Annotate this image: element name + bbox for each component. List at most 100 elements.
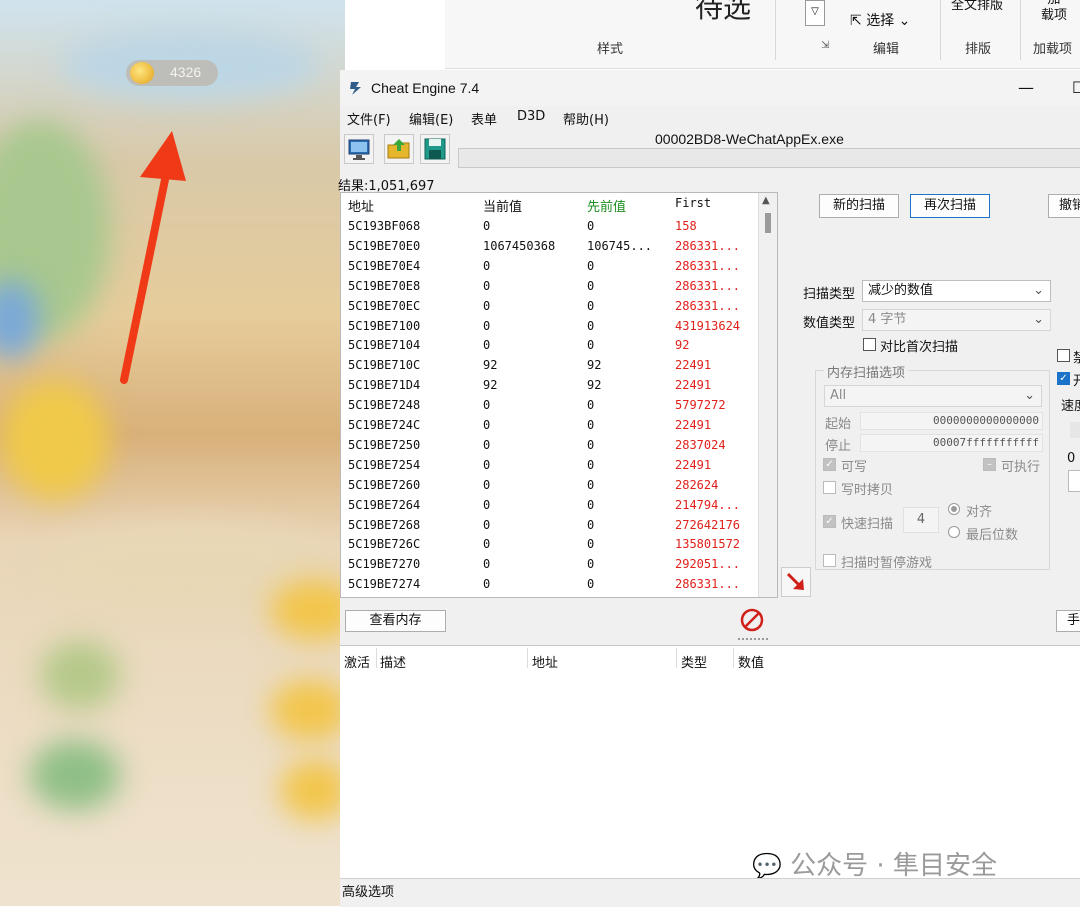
chevron-down-icon[interactable]: ▽ — [805, 0, 825, 26]
fast-scan-alignment-input[interactable]: 4 — [903, 507, 939, 533]
scroll-up-icon[interactable]: ▲ — [762, 195, 770, 206]
scroll-thumb[interactable] — [765, 213, 771, 233]
dialog-launcher-icon[interactable]: ⇲ — [821, 40, 829, 51]
menu-table[interactable]: 表单 — [471, 109, 497, 128]
last-digits-radio[interactable] — [948, 526, 960, 538]
cell-address: 5C193BF068 — [348, 219, 421, 233]
copy-on-write-checkbox[interactable] — [823, 481, 836, 494]
memory-region-select[interactable]: All ⌄ — [824, 385, 1042, 407]
chevron-down-icon: ⌄ — [1033, 283, 1044, 298]
cell-previous-value: 0 — [587, 477, 595, 492]
cheat-table[interactable] — [340, 645, 1080, 879]
watermark-text: 公众号 · 隼目安全 — [790, 851, 997, 881]
cheat-engine-logo-icon — [350, 82, 361, 95]
table-row[interactable]: 5C19BE70E8 0 0 286331... — [341, 277, 761, 297]
coin-icon — [130, 62, 154, 84]
right-option-checkbox-2[interactable]: ✓ — [1057, 372, 1070, 385]
align-radio[interactable] — [948, 503, 960, 515]
ribbon-divider — [1020, 0, 1021, 60]
new-scan-button[interactable]: 新的扫描 — [819, 194, 899, 218]
view-memory-button[interactable]: 查看内存 — [345, 610, 446, 632]
table-row[interactable]: 5C19BE7100 0 0 431913624 — [341, 317, 761, 337]
table-row[interactable]: 5C19BE7270 0 0 292051... — [341, 555, 761, 575]
table-row[interactable]: 5C19BE7264 0 0 214794... — [341, 496, 761, 516]
clear-list-button[interactable] — [737, 606, 767, 634]
right-option-checkbox-1[interactable] — [1057, 349, 1070, 362]
cell-previous-value: 0 — [587, 537, 595, 552]
table-row[interactable]: 5C19BE7274 0 0 286331... — [341, 575, 761, 595]
results-scrollbar[interactable]: ▲ — [758, 193, 777, 597]
cell-previous-value: 0 — [587, 298, 595, 313]
undo-scan-button[interactable]: 撤销 — [1048, 194, 1080, 218]
menu-help[interactable]: 帮助(H) — [563, 109, 609, 128]
stop-address-input[interactable]: 00007fffffffffff — [860, 434, 1043, 452]
column-divider — [376, 648, 377, 668]
table-row[interactable]: 5C19BE71D4 92 92 22491 — [341, 376, 761, 396]
maximize-button[interactable]: ☐ — [1072, 78, 1080, 97]
header-address[interactable]: 地址 — [532, 652, 558, 671]
layout-button[interactable]: 全文排版 — [951, 0, 1003, 13]
cell-first-value: 22491 — [675, 457, 712, 472]
next-scan-button[interactable]: 再次扫描 — [910, 194, 990, 218]
table-row[interactable]: 5C193BF068 0 0 158 — [341, 217, 761, 237]
cell-current-value: 0 — [483, 278, 491, 293]
scan-results-list[interactable]: 地址 当前值 先前值 First 5C193BF068 0 0 158 5C19BE70… — [340, 192, 778, 598]
cell-address: 5C19BE70E8 — [348, 278, 421, 293]
header-description[interactable]: 描述 — [380, 652, 406, 671]
add-to-list-button[interactable] — [781, 567, 811, 597]
menu-file[interactable]: 文件(F) — [347, 109, 391, 128]
table-row[interactable]: 5C19BE70EC 0 0 286331... — [341, 297, 761, 317]
cell-previous-value: 0 — [587, 318, 595, 333]
table-row[interactable]: 5C19BE7254 0 0 22491 — [341, 456, 761, 476]
header-value[interactable]: 数值 — [738, 652, 764, 671]
pause-game-checkbox[interactable] — [823, 554, 836, 567]
select-button[interactable]: ⇱ 选择 ⌄ — [850, 10, 910, 30]
cell-previous-value: 0 — [587, 398, 595, 413]
header-current-value[interactable]: 当前值 — [483, 196, 522, 215]
executable-checkbox[interactable]: – — [983, 458, 996, 471]
table-row[interactable]: 5C19BE726C 0 0 135801572 — [341, 535, 761, 555]
menu-edit[interactable]: 编辑(E) — [409, 109, 453, 128]
speed-slider[interactable] — [1070, 422, 1080, 438]
header-active[interactable]: 激活 — [344, 652, 370, 671]
table-row[interactable]: 5C19BE7268 0 0 272642176 — [341, 516, 761, 536]
scan-type-select[interactable]: 减少的数值 ⌄ — [862, 280, 1051, 302]
pause-game-label: 扫描时暂停游戏 — [841, 556, 933, 571]
advanced-options-link[interactable]: 高级选项 — [342, 881, 394, 900]
save-button[interactable] — [420, 134, 450, 164]
open-file-button[interactable] — [384, 134, 414, 164]
memory-region-value: All — [830, 388, 847, 403]
header-address[interactable]: 地址 — [348, 196, 374, 215]
word-ribbon: 待选 ▽ 样式 ⇲ ⇱ 选择 ⌄ 编辑 全文排版 排版 加 载项 加载项 — [445, 0, 1080, 69]
ribbon-divider — [940, 0, 941, 60]
compare-first-checkbox[interactable] — [863, 338, 876, 351]
cell-address: 5C19BE7270 — [348, 557, 421, 572]
speed-input[interactable] — [1068, 470, 1080, 492]
cell-address: 5C19BE7274 — [348, 577, 421, 592]
table-row[interactable]: 5C19BE70E0 1067450368 106745... 286331... — [341, 237, 761, 257]
start-address-input[interactable]: 0000000000000000 — [860, 412, 1043, 430]
manual-add-button[interactable]: 手 — [1056, 610, 1080, 632]
table-row[interactable]: 5C19BE7260 0 0 282624 — [341, 476, 761, 496]
table-row[interactable]: 5C19BE724C 0 0 22491 — [341, 416, 761, 436]
table-row[interactable]: 5C19BE7248 0 0 5797272 — [341, 396, 761, 416]
open-process-button[interactable] — [344, 134, 374, 164]
cell-first-value: 282624 — [675, 477, 719, 492]
minimize-button[interactable]: — — [1018, 78, 1034, 97]
table-row[interactable]: 5C19BE7250 0 0 2837024 — [341, 436, 761, 456]
splitter-handle[interactable] — [738, 638, 768, 642]
addins-button[interactable]: 加 载项 — [1041, 0, 1067, 24]
header-first[interactable]: First — [675, 196, 711, 210]
header-previous-value[interactable]: 先前值 — [587, 196, 626, 215]
cell-address: 5C19BE726C — [348, 537, 421, 552]
table-row[interactable]: 5C19BE7104 0 0 92 — [341, 336, 761, 356]
table-row[interactable]: 5C19BE70E4 0 0 286331... — [341, 257, 761, 277]
align-label: 对齐 — [966, 505, 993, 520]
menu-d3d[interactable]: D3D — [517, 109, 545, 124]
cell-first-value: 431913624 — [675, 318, 741, 333]
header-type[interactable]: 类型 — [681, 652, 707, 671]
value-type-select[interactable]: 4 字节 ⌄ — [862, 309, 1051, 331]
table-row[interactable]: 5C19BE710C 92 92 22491 — [341, 356, 761, 376]
fast-scan-checkbox[interactable]: ✓ — [823, 515, 836, 528]
writable-checkbox[interactable]: ✓ — [823, 458, 836, 471]
